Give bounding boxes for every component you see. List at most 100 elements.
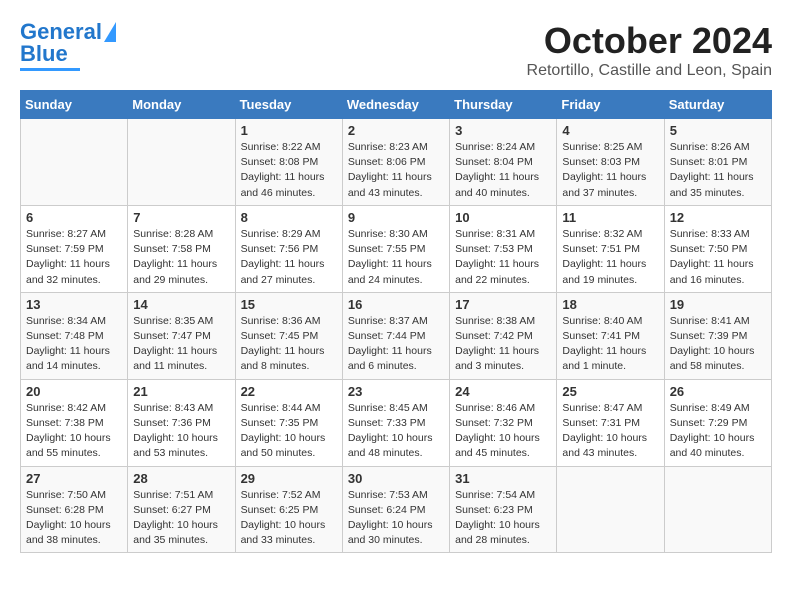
day-number: 22 bbox=[241, 384, 337, 399]
day-info: Sunrise: 8:27 AM Sunset: 7:59 PM Dayligh… bbox=[26, 227, 122, 288]
weekday-header-sunday: Sunday bbox=[21, 91, 128, 119]
calendar-cell: 14Sunrise: 8:35 AM Sunset: 7:47 PM Dayli… bbox=[128, 292, 235, 379]
day-number: 29 bbox=[241, 471, 337, 486]
day-info: Sunrise: 8:46 AM Sunset: 7:32 PM Dayligh… bbox=[455, 401, 551, 462]
weekday-header-wednesday: Wednesday bbox=[342, 91, 449, 119]
day-info: Sunrise: 8:36 AM Sunset: 7:45 PM Dayligh… bbox=[241, 314, 337, 375]
calendar-week-row: 6Sunrise: 8:27 AM Sunset: 7:59 PM Daylig… bbox=[21, 205, 772, 292]
day-number: 14 bbox=[133, 297, 229, 312]
day-info: Sunrise: 8:40 AM Sunset: 7:41 PM Dayligh… bbox=[562, 314, 658, 375]
day-number: 23 bbox=[348, 384, 444, 399]
calendar-cell: 28 Sunrise: 7:51 AM Sunset: 6:27 PM Dayli… bbox=[128, 466, 235, 553]
calendar-table: SundayMondayTuesdayWednesdayThursdayFrid… bbox=[20, 90, 772, 553]
calendar-cell: 22 Sunrise: 8:44 AM Sunset: 7:35 PM Dayli… bbox=[235, 379, 342, 466]
logo-underline bbox=[20, 68, 80, 71]
calendar-cell bbox=[664, 466, 771, 553]
calendar-cell: 12 Sunrise: 8:33 AM Sunset: 7:50 PM Dayli… bbox=[664, 205, 771, 292]
day-number: 11 bbox=[562, 210, 658, 225]
logo-triangle-icon bbox=[104, 22, 116, 42]
day-number: 5 bbox=[670, 123, 766, 138]
day-info: Sunrise: 8:26 AM Sunset: 8:01 PM Dayligh… bbox=[670, 140, 766, 201]
day-info: Sunrise: 8:43 AM Sunset: 7:36 PM Dayligh… bbox=[133, 401, 229, 462]
day-info: Sunrise: 8:28 AM Sunset: 7:58 PM Dayligh… bbox=[133, 227, 229, 288]
day-info: Sunrise: 8:34 AM Sunset: 7:48 PM Dayligh… bbox=[26, 314, 122, 375]
calendar-cell: 25Sunrise: 8:47 AM Sunset: 7:31 PM Dayli… bbox=[557, 379, 664, 466]
calendar-cell: 6Sunrise: 8:27 AM Sunset: 7:59 PM Daylig… bbox=[21, 205, 128, 292]
day-number: 17 bbox=[455, 297, 551, 312]
day-info: Sunrise: 8:32 AM Sunset: 7:51 PM Dayligh… bbox=[562, 227, 658, 288]
weekday-header-saturday: Saturday bbox=[664, 91, 771, 119]
calendar-cell: 9 Sunrise: 8:30 AM Sunset: 7:55 PM Daylig… bbox=[342, 205, 449, 292]
day-info: Sunrise: 8:23 AM Sunset: 8:06 PM Dayligh… bbox=[348, 140, 444, 201]
calendar-cell: 8Sunrise: 8:29 AM Sunset: 7:56 PM Daylig… bbox=[235, 205, 342, 292]
weekday-header-friday: Friday bbox=[557, 91, 664, 119]
calendar-cell: 20Sunrise: 8:42 AM Sunset: 7:38 PM Dayli… bbox=[21, 379, 128, 466]
day-info: Sunrise: 7:51 AM Sunset: 6:27 PM Dayligh… bbox=[133, 488, 229, 549]
day-number: 2 bbox=[348, 123, 444, 138]
day-info: Sunrise: 8:37 AM Sunset: 7:44 PM Dayligh… bbox=[348, 314, 444, 375]
calendar-week-row: 1 Sunrise: 8:22 AM Sunset: 8:08 PM Daylig… bbox=[21, 119, 772, 206]
calendar-cell: 29 Sunrise: 7:52 AM Sunset: 6:25 PM Dayli… bbox=[235, 466, 342, 553]
weekday-header-thursday: Thursday bbox=[450, 91, 557, 119]
day-info: Sunrise: 7:54 AM Sunset: 6:23 PM Dayligh… bbox=[455, 488, 551, 549]
calendar-cell: 7 Sunrise: 8:28 AM Sunset: 7:58 PM Daylig… bbox=[128, 205, 235, 292]
day-number: 9 bbox=[348, 210, 444, 225]
day-number: 30 bbox=[348, 471, 444, 486]
day-number: 13 bbox=[26, 297, 122, 312]
day-info: Sunrise: 8:49 AM Sunset: 7:29 PM Dayligh… bbox=[670, 401, 766, 462]
calendar-week-row: 20Sunrise: 8:42 AM Sunset: 7:38 PM Dayli… bbox=[21, 379, 772, 466]
calendar-header-row: SundayMondayTuesdayWednesdayThursdayFrid… bbox=[21, 91, 772, 119]
day-info: Sunrise: 8:30 AM Sunset: 7:55 PM Dayligh… bbox=[348, 227, 444, 288]
calendar-cell: 30Sunrise: 7:53 AM Sunset: 6:24 PM Dayli… bbox=[342, 466, 449, 553]
day-number: 8 bbox=[241, 210, 337, 225]
calendar-cell: 16Sunrise: 8:37 AM Sunset: 7:44 PM Dayli… bbox=[342, 292, 449, 379]
day-number: 21 bbox=[133, 384, 229, 399]
calendar-week-row: 13 Sunrise: 8:34 AM Sunset: 7:48 PM Dayli… bbox=[21, 292, 772, 379]
calendar-cell: 4 Sunrise: 8:25 AM Sunset: 8:03 PM Daylig… bbox=[557, 119, 664, 206]
day-number: 1 bbox=[241, 123, 337, 138]
day-number: 10 bbox=[455, 210, 551, 225]
day-info: Sunrise: 7:52 AM Sunset: 6:25 PM Dayligh… bbox=[241, 488, 337, 549]
calendar-cell: 11 Sunrise: 8:32 AM Sunset: 7:51 PM Dayli… bbox=[557, 205, 664, 292]
day-info: Sunrise: 8:45 AM Sunset: 7:33 PM Dayligh… bbox=[348, 401, 444, 462]
day-number: 7 bbox=[133, 210, 229, 225]
calendar-cell: 2 Sunrise: 8:23 AM Sunset: 8:06 PM Daylig… bbox=[342, 119, 449, 206]
calendar-cell bbox=[21, 119, 128, 206]
day-number: 12 bbox=[670, 210, 766, 225]
calendar-cell: 21 Sunrise: 8:43 AM Sunset: 7:36 PM Dayli… bbox=[128, 379, 235, 466]
calendar-cell: 31Sunrise: 7:54 AM Sunset: 6:23 PM Dayli… bbox=[450, 466, 557, 553]
calendar-cell: 10 Sunrise: 8:31 AM Sunset: 7:53 PM Dayli… bbox=[450, 205, 557, 292]
calendar-cell: 1 Sunrise: 8:22 AM Sunset: 8:08 PM Daylig… bbox=[235, 119, 342, 206]
day-info: Sunrise: 8:44 AM Sunset: 7:35 PM Dayligh… bbox=[241, 401, 337, 462]
calendar-cell: 5 Sunrise: 8:26 AM Sunset: 8:01 PM Daylig… bbox=[664, 119, 771, 206]
day-info: Sunrise: 8:38 AM Sunset: 7:42 PM Dayligh… bbox=[455, 314, 551, 375]
logo-blue-text: Blue bbox=[20, 42, 68, 66]
day-info: Sunrise: 8:31 AM Sunset: 7:53 PM Dayligh… bbox=[455, 227, 551, 288]
calendar-cell: 15 Sunrise: 8:36 AM Sunset: 7:45 PM Dayli… bbox=[235, 292, 342, 379]
calendar-cell: 23 Sunrise: 8:45 AM Sunset: 7:33 PM Dayli… bbox=[342, 379, 449, 466]
calendar-cell: 24 Sunrise: 8:46 AM Sunset: 7:32 PM Dayli… bbox=[450, 379, 557, 466]
location-title: Retortillo, Castille and Leon, Spain bbox=[527, 62, 772, 80]
month-title: October 2024 bbox=[527, 20, 772, 62]
day-number: 28 bbox=[133, 471, 229, 486]
calendar-cell bbox=[557, 466, 664, 553]
day-number: 3 bbox=[455, 123, 551, 138]
calendar-cell: 17 Sunrise: 8:38 AM Sunset: 7:42 PM Dayli… bbox=[450, 292, 557, 379]
day-number: 20 bbox=[26, 384, 122, 399]
header: General Blue October 2024 Retortillo, Ca… bbox=[20, 20, 772, 80]
calendar-week-row: 27Sunrise: 7:50 AM Sunset: 6:28 PM Dayli… bbox=[21, 466, 772, 553]
day-info: Sunrise: 8:24 AM Sunset: 8:04 PM Dayligh… bbox=[455, 140, 551, 201]
day-number: 4 bbox=[562, 123, 658, 138]
day-number: 24 bbox=[455, 384, 551, 399]
day-info: Sunrise: 8:22 AM Sunset: 8:08 PM Dayligh… bbox=[241, 140, 337, 201]
weekday-header-monday: Monday bbox=[128, 91, 235, 119]
calendar-cell: 13 Sunrise: 8:34 AM Sunset: 7:48 PM Dayli… bbox=[21, 292, 128, 379]
calendar-cell: 19Sunrise: 8:41 AM Sunset: 7:39 PM Dayli… bbox=[664, 292, 771, 379]
day-number: 15 bbox=[241, 297, 337, 312]
logo: General Blue bbox=[20, 20, 116, 71]
day-info: Sunrise: 8:33 AM Sunset: 7:50 PM Dayligh… bbox=[670, 227, 766, 288]
day-info: Sunrise: 8:25 AM Sunset: 8:03 PM Dayligh… bbox=[562, 140, 658, 201]
calendar-cell: 26Sunrise: 8:49 AM Sunset: 7:29 PM Dayli… bbox=[664, 379, 771, 466]
calendar-cell bbox=[128, 119, 235, 206]
day-number: 19 bbox=[670, 297, 766, 312]
